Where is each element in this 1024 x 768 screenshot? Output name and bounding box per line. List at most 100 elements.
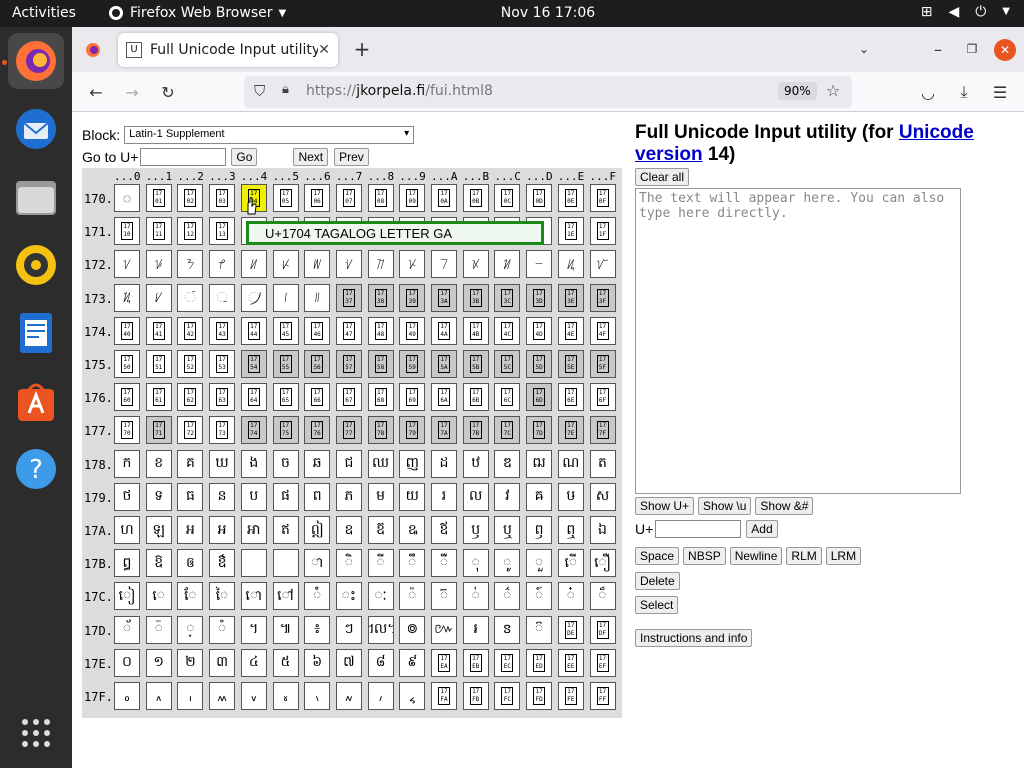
char-cell[interactable]: ◌ៈ (367, 582, 394, 611)
char-cell[interactable]: ◌៎ (557, 582, 584, 611)
lrm-button[interactable]: LRM (825, 547, 862, 565)
forward-button[interactable]: → (120, 80, 144, 104)
char-cell[interactable]: ◌ិ (335, 549, 362, 578)
char-cell[interactable]: 17 59 (399, 350, 426, 378)
char-cell[interactable]: 17 03 (209, 184, 236, 212)
char-cell[interactable]: ឳ (209, 549, 236, 578)
char-cell[interactable]: ឝ (526, 482, 553, 511)
char-cell[interactable]: 17 13 (209, 217, 236, 246)
char-cell[interactable]: 17 7F (589, 416, 616, 445)
char-cell[interactable]: 17 72 (177, 416, 204, 445)
char-cell[interactable]: 17 3A (431, 283, 457, 312)
char-cell[interactable]: 17 7B (462, 416, 489, 445)
char-cell[interactable]: ◌្ (177, 615, 204, 644)
char-cell[interactable]: ព (304, 482, 331, 511)
char-cell[interactable]: 17 09 (399, 184, 426, 212)
char-cell[interactable]: 17 12 (177, 217, 204, 246)
char-cell[interactable]: ᜡ (145, 250, 172, 279)
char-cell[interactable]: ◌៊ (431, 582, 457, 611)
char-cell[interactable]: 17 37 (335, 283, 362, 312)
char-cell[interactable]: ឤ (240, 516, 267, 544)
delete-button[interactable]: Delete (635, 572, 680, 590)
char-cell[interactable]: ◌េ (145, 582, 172, 611)
char-cell[interactable]: ◌ី (367, 549, 394, 578)
nbsp-button[interactable]: NBSP (683, 547, 726, 565)
code-input[interactable] (655, 520, 742, 538)
char-cell[interactable]: 17 1E (557, 217, 584, 246)
char-cell[interactable]: 17 FD (526, 682, 553, 710)
char-cell[interactable]: ៗ (335, 615, 362, 644)
dock-software[interactable] (8, 373, 64, 429)
char-cell[interactable]: 17 6D (526, 383, 553, 412)
char-cell[interactable]: 17 05 (272, 184, 299, 212)
char-cell[interactable]: ᜤ (240, 250, 267, 279)
dock-files[interactable] (8, 169, 64, 225)
block-select[interactable]: Latin-1 Supplement ▾ (124, 126, 415, 144)
char-cell[interactable]: ឌ (494, 449, 521, 478)
char-cell[interactable]: 17 4C (494, 316, 521, 345)
char-cell[interactable]: ៤ (240, 648, 267, 677)
char-cell[interactable]: ឡ (145, 516, 172, 544)
char-cell[interactable]: ៰ (114, 682, 140, 710)
char-cell[interactable]: ៚ (431, 615, 457, 644)
char-cell[interactable]: ៲ (177, 682, 204, 710)
char-cell[interactable]: ឦ (304, 516, 331, 544)
char-cell[interactable]: យ (399, 482, 426, 511)
char-cell[interactable]: គ (177, 449, 204, 478)
char-cell[interactable]: 17 08 (367, 184, 394, 212)
char-cell[interactable]: ស (589, 482, 616, 511)
char-cell[interactable]: ៕ (272, 615, 299, 644)
char-cell[interactable]: 17 EB (462, 648, 489, 677)
char-cell[interactable]: 17 73 (209, 416, 236, 445)
goto-input[interactable] (140, 148, 227, 166)
char-cell[interactable]: ឈ (367, 449, 394, 478)
window-close-button[interactable]: ✕ (994, 39, 1016, 61)
char-cell[interactable]: ភ (335, 482, 362, 511)
char-cell[interactable]: 17 45 (272, 316, 299, 345)
char-cell[interactable]: 17 68 (367, 383, 394, 412)
char-cell[interactable]: ᜮ (557, 250, 584, 279)
dock-firefox[interactable] (8, 33, 64, 89)
char-cell[interactable]: 17 67 (335, 383, 362, 412)
char-cell[interactable]: 17 4E (557, 316, 584, 345)
dock-rhythmbox[interactable] (8, 237, 64, 293)
char-cell[interactable]: ង (240, 449, 267, 478)
char-cell[interactable]: 17 6A (431, 383, 457, 412)
char-cell[interactable]: 17 62 (177, 383, 204, 412)
char-cell[interactable]: ឍ (526, 449, 553, 478)
char-cell[interactable]: 17 FF (589, 682, 616, 710)
char-cell[interactable]: ។ (240, 615, 267, 644)
char-cell[interactable]: ០ (114, 648, 140, 677)
char-cell[interactable]: ◌ុ (462, 549, 489, 578)
char-cell[interactable]: ឩ (399, 516, 426, 544)
char-cell[interactable]: 17 6F (589, 383, 616, 412)
char-cell[interactable]: ៨ (367, 648, 394, 677)
char-cell[interactable]: 17 44 (240, 316, 267, 345)
tab-full-unicode-input[interactable]: U Full Unicode Input utility ✕ (118, 33, 338, 67)
char-cell[interactable]: 17 EE (557, 648, 584, 677)
char-cell[interactable]: 17 5F (589, 350, 616, 378)
prev-button[interactable]: Prev (334, 148, 369, 166)
char-cell[interactable]: 17 6B (462, 383, 489, 412)
char-cell[interactable]: ◌ះ (335, 582, 362, 611)
char-cell[interactable]: 17 42 (177, 316, 204, 345)
char-cell[interactable]: ᜱ (145, 283, 172, 312)
firefox-view-button[interactable] (82, 39, 104, 61)
char-cell[interactable]: ឭ (526, 516, 553, 544)
char-cell[interactable]: ៱ (145, 682, 172, 710)
char-cell[interactable]: វ (494, 482, 521, 511)
char-cell[interactable]: 17 5E (557, 350, 584, 378)
char-cell[interactable]: 17 3C (494, 283, 521, 312)
downloads-button[interactable]: ⤓ (952, 80, 976, 104)
char-cell[interactable]: ◌ើ (557, 549, 584, 578)
char-cell[interactable]: ៜ (494, 615, 521, 644)
char-cell[interactable]: 17 3E (557, 283, 584, 312)
char-cell[interactable]: 17 5A (431, 350, 457, 378)
char-cell[interactable]: ◌ៀ (114, 582, 140, 611)
char-cell[interactable]: ២ (177, 648, 204, 677)
char-cell[interactable]: 17 77 (335, 416, 362, 445)
instructions-button[interactable]: Instructions and info (635, 629, 753, 647)
char-cell[interactable]: អ (177, 516, 204, 544)
char-cell[interactable]: ល (462, 482, 489, 511)
char-cell[interactable]: ◌ᜳ (209, 283, 236, 312)
